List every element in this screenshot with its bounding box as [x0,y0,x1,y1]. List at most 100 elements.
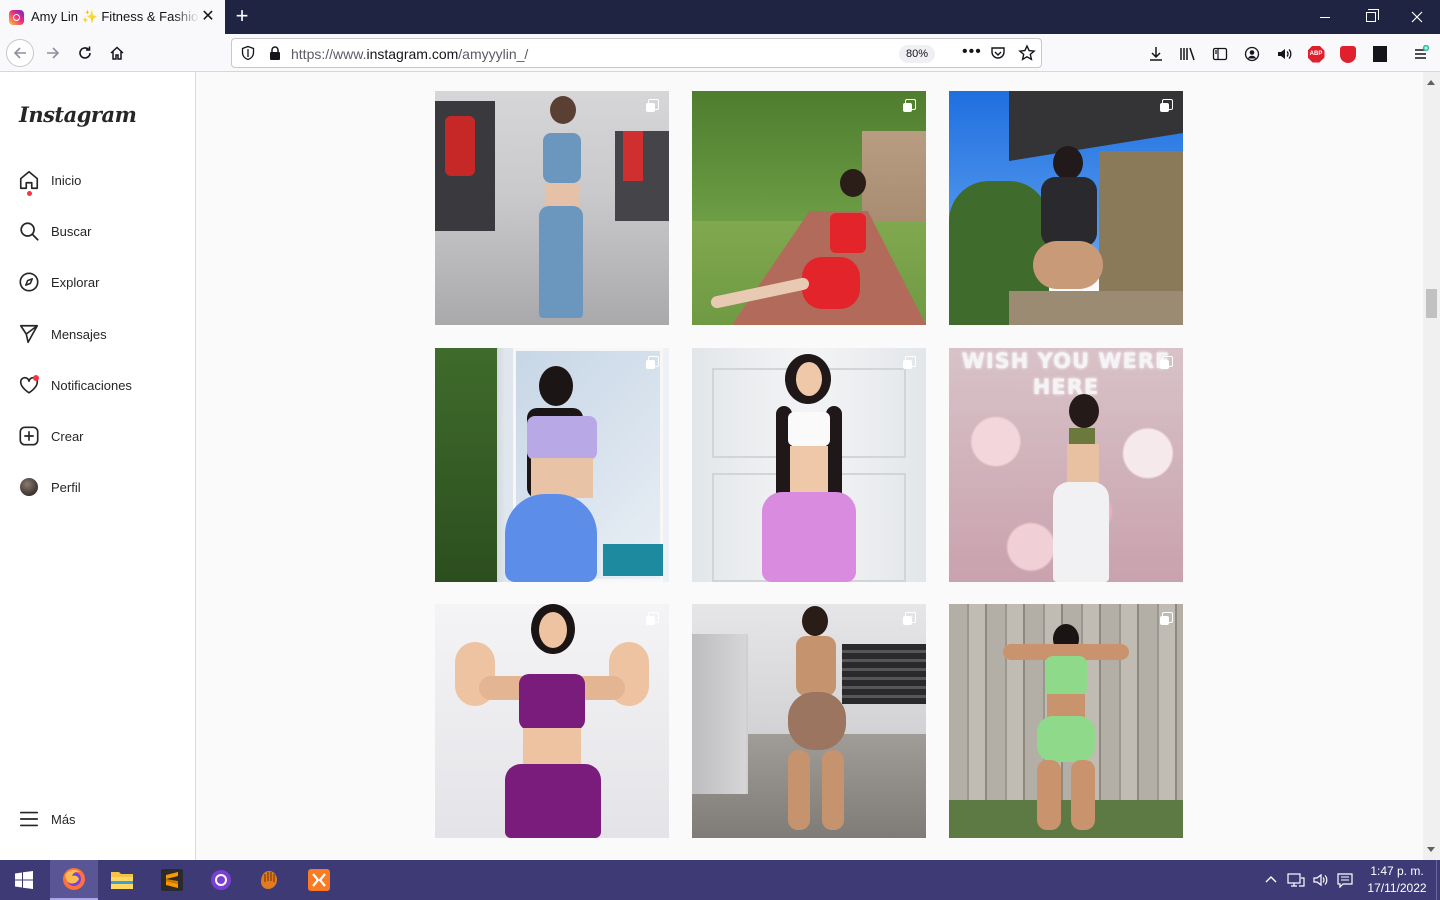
hamburger-menu-icon [18,808,40,830]
forward-button[interactable] [39,39,67,67]
taskbar-xampp[interactable] [295,860,343,900]
library-icon[interactable] [1179,45,1197,63]
post-thumbnail[interactable] [435,91,669,325]
notification-dot [33,375,39,381]
search-icon [18,220,40,242]
url-text[interactable]: https://www.instagram.com/amyyylin_/ [291,46,528,62]
multi-photo-icon [903,99,916,112]
xampp-icon [308,869,330,891]
send-icon [18,323,40,345]
github-desktop-icon [211,870,231,890]
multi-photo-icon [1160,612,1173,625]
nav-item-mensajes[interactable]: Mensajes [18,322,107,346]
tab-title: Amy Lin ✨ Fitness & Fashion (@amyyylin_) [31,9,199,24]
multi-photo-icon [903,612,916,625]
taskbar-firefox[interactable] [50,860,98,900]
instagram-logo[interactable]: Instagram [19,102,137,127]
home-button[interactable] [103,39,131,67]
nav-item-inicio[interactable]: Inicio [18,168,81,196]
nav-item-buscar[interactable]: Buscar [18,219,91,243]
scroll-up-arrow-icon[interactable] [1427,80,1435,85]
ublock-origin-icon[interactable] [1339,45,1357,63]
tab-close-icon[interactable]: ✕ [199,8,217,26]
page-scrollbar[interactable] [1423,72,1440,860]
clock-time: 1:47 p. m. [1370,864,1424,878]
browser-titlebar: Amy Lin ✨ Fitness & Fashion (@amyyylin_)… [0,0,1440,34]
instagram-favicon-icon [9,9,24,25]
app-menu-icon[interactable] [1412,45,1430,63]
windows-taskbar: 1:47 p. m. 17/11/2022 [0,860,1440,900]
multi-photo-icon [646,99,659,112]
plus-square-icon [18,425,40,447]
post-thumbnail[interactable] [692,604,926,838]
multi-photo-icon [1160,356,1173,369]
post-thumbnail[interactable] [435,348,669,582]
profile-posts-grid: WISH YOU WERE HERE [196,72,1423,860]
window-minimize-button[interactable] [1302,0,1348,34]
action-center-icon[interactable] [1337,860,1353,900]
tracking-shield-icon[interactable] [240,45,256,61]
volume-icon[interactable] [1312,860,1330,900]
new-tab-button[interactable]: + [230,4,254,28]
post-thumbnail[interactable] [692,348,926,582]
adblock-plus-icon[interactable]: ABP [1307,45,1325,63]
home-icon [18,169,40,196]
scrollbar-thumb[interactable] [1426,289,1437,318]
post-thumbnail[interactable]: WISH YOU WERE HERE [949,348,1183,582]
heart-icon [18,374,40,396]
notification-dot [27,191,32,196]
post-thumbnail[interactable] [949,604,1183,838]
taskbar-sublime-text[interactable] [148,860,196,900]
neon-sign: WISH YOU WERE HERE [961,349,1171,399]
more-menu-button[interactable]: Más [18,807,76,831]
speaker-icon[interactable] [1275,45,1293,63]
browser-tab-active[interactable]: Amy Lin ✨ Fitness & Fashion (@amyyylin_)… [0,0,225,34]
instagram-sidebar: Instagram Inicio Buscar Explorar Mensaje… [0,72,196,860]
file-explorer-icon [111,872,133,889]
page-actions-menu-icon[interactable]: ••• [962,43,982,61]
reload-button[interactable] [71,39,99,67]
sidebar-toggle-icon[interactable] [1211,45,1229,63]
address-bar[interactable]: https://www.instagram.com/amyyylin_/ 80%… [231,38,1042,68]
tray-show-hidden-icon[interactable] [1264,860,1278,900]
account-icon[interactable] [1243,45,1261,63]
multi-photo-icon [1160,99,1173,112]
downloads-icon[interactable] [1147,45,1165,63]
baseball-glove-icon [261,871,277,889]
multi-photo-icon [646,356,659,369]
lock-icon[interactable] [268,45,282,61]
clock-date: 17/11/2022 [1367,881,1427,895]
arrow-right-icon [47,47,60,59]
extension-icon[interactable] [1371,45,1389,63]
network-icon[interactable] [1287,860,1305,900]
window-restore-button[interactable] [1348,0,1394,34]
nav-item-explorar[interactable]: Explorar [18,270,99,294]
zoom-level-badge[interactable]: 80% [899,45,936,63]
home-icon [110,46,124,60]
post-thumbnail[interactable] [692,91,926,325]
show-desktop-button[interactable] [1436,860,1440,900]
taskbar-clock[interactable]: 1:47 p. m. 17/11/2022 [1358,863,1436,897]
taskbar-github-desktop[interactable] [197,860,245,900]
avatar [20,478,38,496]
nav-item-notificaciones[interactable]: Notificaciones [18,373,132,397]
nav-item-perfil[interactable]: Perfil [18,475,81,499]
windows-start-button[interactable] [0,860,48,900]
taskbar-app[interactable] [245,860,293,900]
multi-photo-icon [903,356,916,369]
bookmark-star-icon[interactable] [1018,44,1036,62]
taskbar-file-explorer[interactable] [98,860,146,900]
nav-item-crear[interactable]: Crear [18,424,84,448]
post-thumbnail[interactable] [435,604,669,838]
windows-start-icon [15,871,33,889]
back-button[interactable] [6,39,34,67]
close-icon [1411,11,1423,23]
pocket-icon[interactable] [990,45,1006,61]
scroll-down-arrow-icon[interactable] [1427,847,1435,852]
browser-toolbar: https://www.instagram.com/amyyylin_/ 80%… [0,34,1440,72]
window-close-button[interactable] [1394,0,1440,34]
firefox-icon [63,868,85,890]
post-thumbnail[interactable] [949,91,1183,325]
compass-icon [18,271,40,293]
multi-photo-icon [646,612,659,625]
